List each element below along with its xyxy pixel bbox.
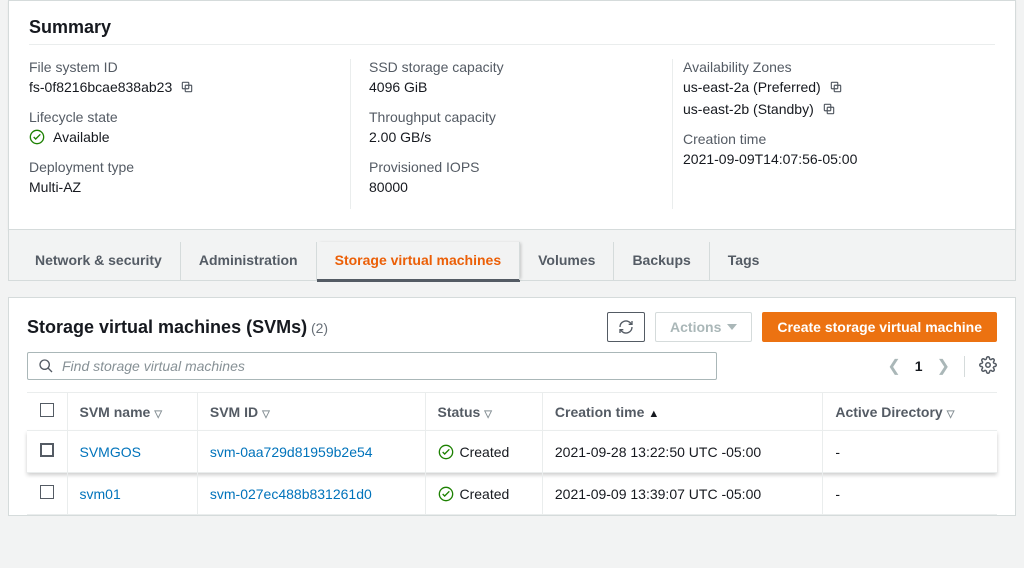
actions-button[interactable]: Actions <box>655 312 752 342</box>
svm-name-link[interactable]: svm01 <box>80 486 121 502</box>
table-row[interactable]: svm01 svm-027ec488b831261d0 Created 2021… <box>27 473 997 515</box>
copy-icon[interactable] <box>180 80 194 94</box>
svm-count: (2) <box>311 320 328 336</box>
tab-backups[interactable]: Backups <box>614 242 709 280</box>
az-standby-value: us-east-2b (Standby) <box>683 101 814 117</box>
piops-label: Provisioned IOPS <box>369 159 652 175</box>
ad-text: - <box>835 444 840 460</box>
creation-time-text: 2021-09-28 13:22:50 UTC -05:00 <box>555 444 761 460</box>
col-svm-id[interactable]: SVM ID <box>197 393 425 431</box>
page-number: 1 <box>915 358 923 374</box>
svm-id-link[interactable]: svm-0aa729d81959b2e54 <box>210 444 373 460</box>
refresh-button[interactable] <box>607 312 645 342</box>
throughput-value: 2.00 GB/s <box>369 129 431 145</box>
tab-network-security[interactable]: Network & security <box>17 242 181 280</box>
search-input[interactable] <box>62 358 706 374</box>
search-input-wrap[interactable] <box>27 352 717 380</box>
prev-page-button[interactable]: ❮ <box>887 356 900 376</box>
sort-icon <box>484 404 492 420</box>
copy-icon[interactable] <box>829 80 843 94</box>
lifecycle-state-label: Lifecycle state <box>29 109 330 125</box>
tab-storage-virtual-machines[interactable]: Storage virtual machines <box>317 242 521 280</box>
status-ok-icon <box>438 444 454 460</box>
ssd-storage-value: 4096 GiB <box>369 79 427 95</box>
sort-icon <box>154 404 162 420</box>
refresh-icon <box>618 319 634 335</box>
col-creation-time[interactable]: Creation time <box>542 393 822 431</box>
next-page-button[interactable]: ❯ <box>937 356 950 376</box>
file-system-id-value: fs-0f8216bcae838ab23 <box>29 79 172 95</box>
svm-panel: Storage virtual machines (SVMs) (2) Acti… <box>8 297 1016 516</box>
copy-icon[interactable] <box>822 102 836 116</box>
status-text: Created <box>460 486 510 502</box>
deployment-type-value: Multi-AZ <box>29 179 81 195</box>
throughput-label: Throughput capacity <box>369 109 652 125</box>
svm-title: Storage virtual machines (SVMs) <box>27 317 307 337</box>
sort-icon <box>262 404 270 420</box>
table-row[interactable]: SVMGOS svm-0aa729d81959b2e54 Created 202… <box>27 431 997 473</box>
creation-time-text: 2021-09-09 13:39:07 UTC -05:00 <box>555 486 761 502</box>
file-system-id-label: File system ID <box>29 59 330 75</box>
svm-name-link[interactable]: SVMGOS <box>80 444 141 460</box>
az-label: Availability Zones <box>683 59 975 75</box>
row-checkbox[interactable] <box>40 485 54 499</box>
settings-button[interactable] <box>964 356 997 377</box>
col-active-directory[interactable]: Active Directory <box>823 393 997 431</box>
sort-icon <box>648 404 659 420</box>
status-ok-icon <box>29 129 45 145</box>
tab-volumes[interactable]: Volumes <box>520 242 614 280</box>
sort-icon <box>947 404 955 420</box>
gear-icon <box>979 361 997 377</box>
tab-administration[interactable]: Administration <box>181 242 317 280</box>
creation-time-label: Creation time <box>683 131 975 147</box>
row-checkbox[interactable] <box>40 443 54 457</box>
col-svm-name[interactable]: SVM name <box>67 393 197 431</box>
tabs-bar: Network & security Administration Storag… <box>8 230 1016 281</box>
status-text: Created <box>460 444 510 460</box>
tab-tags[interactable]: Tags <box>710 242 778 280</box>
pager: ❮ 1 ❯ <box>887 356 997 377</box>
select-all-checkbox[interactable] <box>40 403 54 417</box>
svm-table: SVM name SVM ID Status Creation time Act… <box>27 392 997 515</box>
create-svm-button[interactable]: Create storage virtual machine <box>762 312 997 342</box>
col-status[interactable]: Status <box>425 393 542 431</box>
az-preferred-value: us-east-2a (Preferred) <box>683 79 821 95</box>
status-ok-icon <box>438 486 454 502</box>
summary-title: Summary <box>29 17 995 45</box>
piops-value: 80000 <box>369 179 408 195</box>
chevron-down-icon <box>727 324 737 330</box>
svm-id-link[interactable]: svm-027ec488b831261d0 <box>210 486 372 502</box>
summary-panel: Summary File system ID fs-0f8216bcae838a… <box>8 0 1016 230</box>
deployment-type-label: Deployment type <box>29 159 330 175</box>
creation-time-value: 2021-09-09T14:07:56-05:00 <box>683 151 857 167</box>
search-icon <box>38 358 54 374</box>
lifecycle-state-value: Available <box>53 129 110 145</box>
ad-text: - <box>835 486 840 502</box>
ssd-storage-label: SSD storage capacity <box>369 59 652 75</box>
